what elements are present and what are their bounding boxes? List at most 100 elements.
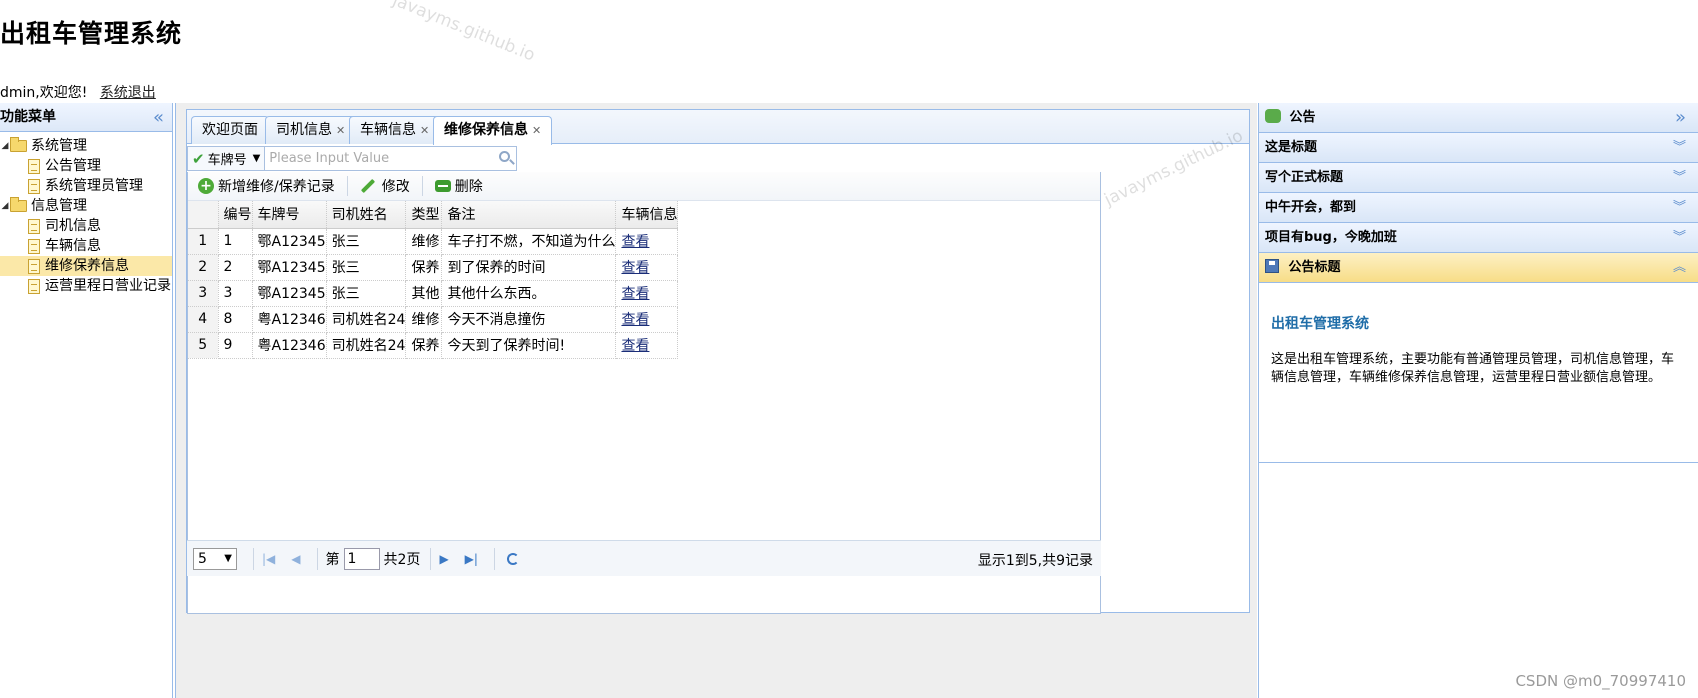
tab-label: 维修保养信息: [444, 122, 528, 138]
cell-note: 到了保养的时间: [441, 254, 617, 281]
add-icon: +: [198, 178, 214, 194]
menu-item-admin-management[interactable]: 系统管理员管理: [0, 176, 172, 196]
cell-driver: 司机姓名24: [326, 332, 407, 359]
tree-toggle-icon[interactable]: ◢: [0, 136, 10, 156]
refresh-icon[interactable]: [506, 552, 519, 565]
notice-item[interactable]: 中午开会，都到 ︾: [1259, 193, 1698, 223]
delete-button[interactable]: 删除: [431, 174, 487, 198]
cell-type: 维修: [405, 228, 443, 255]
search-icon[interactable]: [499, 151, 510, 162]
menu-item-maintenance-info[interactable]: 维修保养信息: [0, 256, 172, 276]
file-icon: [28, 258, 40, 274]
table-row[interactable]: 3 3 鄂A12345 张三 其他 其他什么东西。 查看: [188, 280, 679, 307]
double-chevron-down-icon[interactable]: ︾: [1673, 133, 1686, 163]
pencil-icon: [360, 178, 375, 194]
add-record-button[interactable]: + 新增维修/保养记录: [194, 174, 339, 198]
view-vehicle-link[interactable]: 查看: [621, 338, 649, 354]
search-input[interactable]: [265, 147, 486, 170]
tab-maintenance-info[interactable]: 维修保养信息 ✕: [433, 116, 553, 145]
cell-vehicle: 查看: [615, 332, 679, 359]
menu-item-label: 维修保养信息: [45, 258, 129, 274]
column-header-note[interactable]: 备注: [441, 201, 617, 229]
chevron-down-icon: ▼: [224, 553, 232, 564]
cell-note: 今天到了保养时间!: [441, 332, 617, 359]
cell-id: 1: [218, 228, 253, 255]
double-chevron-down-icon[interactable]: ︾: [1673, 223, 1686, 253]
notice-icon: [1265, 109, 1281, 123]
notice-panel-title: 公告: [1289, 110, 1316, 125]
search-field-label: 车牌号: [207, 153, 247, 168]
file-icon: [28, 278, 40, 294]
menu-item-notice-management[interactable]: 公告管理: [0, 156, 172, 176]
table-row[interactable]: 4 8 粤A12346 司机姓名24 维修 今天不消息撞伤 查看: [188, 306, 679, 333]
cell-driver: 张三: [326, 254, 407, 281]
logout-link[interactable]: 系统退出: [100, 85, 156, 101]
pager-separator: [430, 547, 432, 570]
view-vehicle-link[interactable]: 查看: [621, 234, 649, 250]
csdn-watermark: CSDN @m0_70997410: [1515, 672, 1686, 690]
tab-driver-info[interactable]: 司机信息 ✕: [265, 116, 357, 144]
cell-driver: 张三: [326, 228, 407, 255]
column-header-plate[interactable]: 车牌号: [252, 201, 327, 229]
notice-item[interactable]: 这是标题 ︾: [1259, 133, 1698, 163]
tab-vehicle-info[interactable]: 车辆信息 ✕: [349, 116, 441, 144]
cell-type: 保养: [405, 254, 443, 281]
close-icon[interactable]: ✕: [532, 124, 541, 137]
menu-item-driver-info[interactable]: 司机信息: [0, 216, 172, 236]
notice-panel-header: 公告 »: [1259, 103, 1698, 133]
double-chevron-up-icon[interactable]: ︽: [1673, 253, 1686, 283]
cell-driver: 司机姓名24: [326, 306, 407, 333]
menu-item-vehicle-info[interactable]: 车辆信息: [0, 236, 172, 256]
first-page-icon[interactable]: |◀: [262, 552, 275, 566]
edit-button[interactable]: 修改: [356, 174, 414, 198]
cell-plate: 鄂A12345: [252, 280, 327, 307]
column-header-vehicle[interactable]: 车辆信息: [615, 201, 679, 229]
cell-note: 其他什么东西。: [441, 280, 617, 307]
last-page-icon[interactable]: ▶|: [465, 552, 478, 566]
close-icon[interactable]: ✕: [336, 124, 345, 137]
tab-label: 车辆信息: [360, 122, 416, 138]
column-header-type[interactable]: 类型: [405, 201, 443, 229]
tab-label: 司机信息: [276, 122, 332, 138]
next-page-icon[interactable]: ▶: [439, 552, 448, 566]
cell-vehicle: 查看: [615, 306, 679, 333]
column-header-driver[interactable]: 司机姓名: [326, 201, 407, 229]
tab-welcome[interactable]: 欢迎页面: [191, 116, 269, 144]
menu-item-mileage-records[interactable]: 运营里程日营业记录: [0, 276, 172, 296]
search-field-select[interactable]: ✔ 车牌号 ▼: [188, 147, 266, 170]
cell-vehicle: 查看: [615, 228, 679, 255]
double-chevron-down-icon[interactable]: ︾: [1673, 193, 1686, 223]
pager-separator: [493, 547, 495, 570]
tree-group-label: 系统管理: [31, 138, 87, 154]
cell-id: 8: [218, 306, 253, 333]
tree-group-info[interactable]: ◢ 信息管理: [0, 196, 172, 216]
notice-item-title: 项目有bug，今晚加班: [1265, 230, 1397, 245]
double-chevron-left-icon[interactable]: «: [153, 103, 164, 132]
column-header-id[interactable]: 编号: [218, 201, 253, 229]
page-number-input[interactable]: 1: [343, 547, 380, 570]
grid-toolbar: + 新增维修/保养记录 修改 删除: [188, 172, 1100, 201]
cell-note: 今天不消息撞伤: [441, 306, 617, 333]
page-size-select[interactable]: 5 ▼: [193, 547, 237, 570]
pagination-bar: 5 ▼ |◀ ◀ 第 1 共2页 ▶ ▶| 显示1到5,共9记录: [187, 540, 1101, 576]
notice-item[interactable]: 项目有bug，今晚加班 ︾: [1259, 223, 1698, 253]
prev-page-icon[interactable]: ◀: [291, 552, 300, 566]
table-row[interactable]: 1 1 鄂A12345 张三 维修 车子打不燃，不知道为什么 查看: [188, 228, 679, 255]
tree-group-system[interactable]: ◢ 系统管理: [0, 136, 172, 156]
view-vehicle-link[interactable]: 查看: [621, 260, 649, 276]
view-vehicle-link[interactable]: 查看: [621, 286, 649, 302]
cell-id: 3: [218, 280, 253, 307]
file-icon: [28, 158, 40, 174]
notice-item[interactable]: 写个正式标题 ︾: [1259, 163, 1698, 193]
close-icon[interactable]: ✕: [420, 124, 429, 137]
table-row[interactable]: 5 9 粤A12346 司机姓名24 保养 今天到了保养时间! 查看: [188, 332, 679, 359]
tree-toggle-icon[interactable]: ◢: [0, 196, 10, 216]
double-chevron-right-icon[interactable]: »: [1675, 103, 1686, 133]
double-chevron-down-icon[interactable]: ︾: [1673, 163, 1686, 193]
notice-item-open[interactable]: 公告标题 ︽: [1259, 253, 1698, 283]
cell-note: 车子打不燃，不知道为什么: [441, 228, 617, 255]
view-vehicle-link[interactable]: 查看: [621, 312, 649, 328]
table-row[interactable]: 2 2 鄂A12345 张三 保养 到了保养的时间 查看: [188, 254, 679, 281]
add-record-label: 新增维修/保养记录: [218, 179, 335, 195]
notice-body-title: 出租车管理系统: [1271, 316, 1369, 332]
